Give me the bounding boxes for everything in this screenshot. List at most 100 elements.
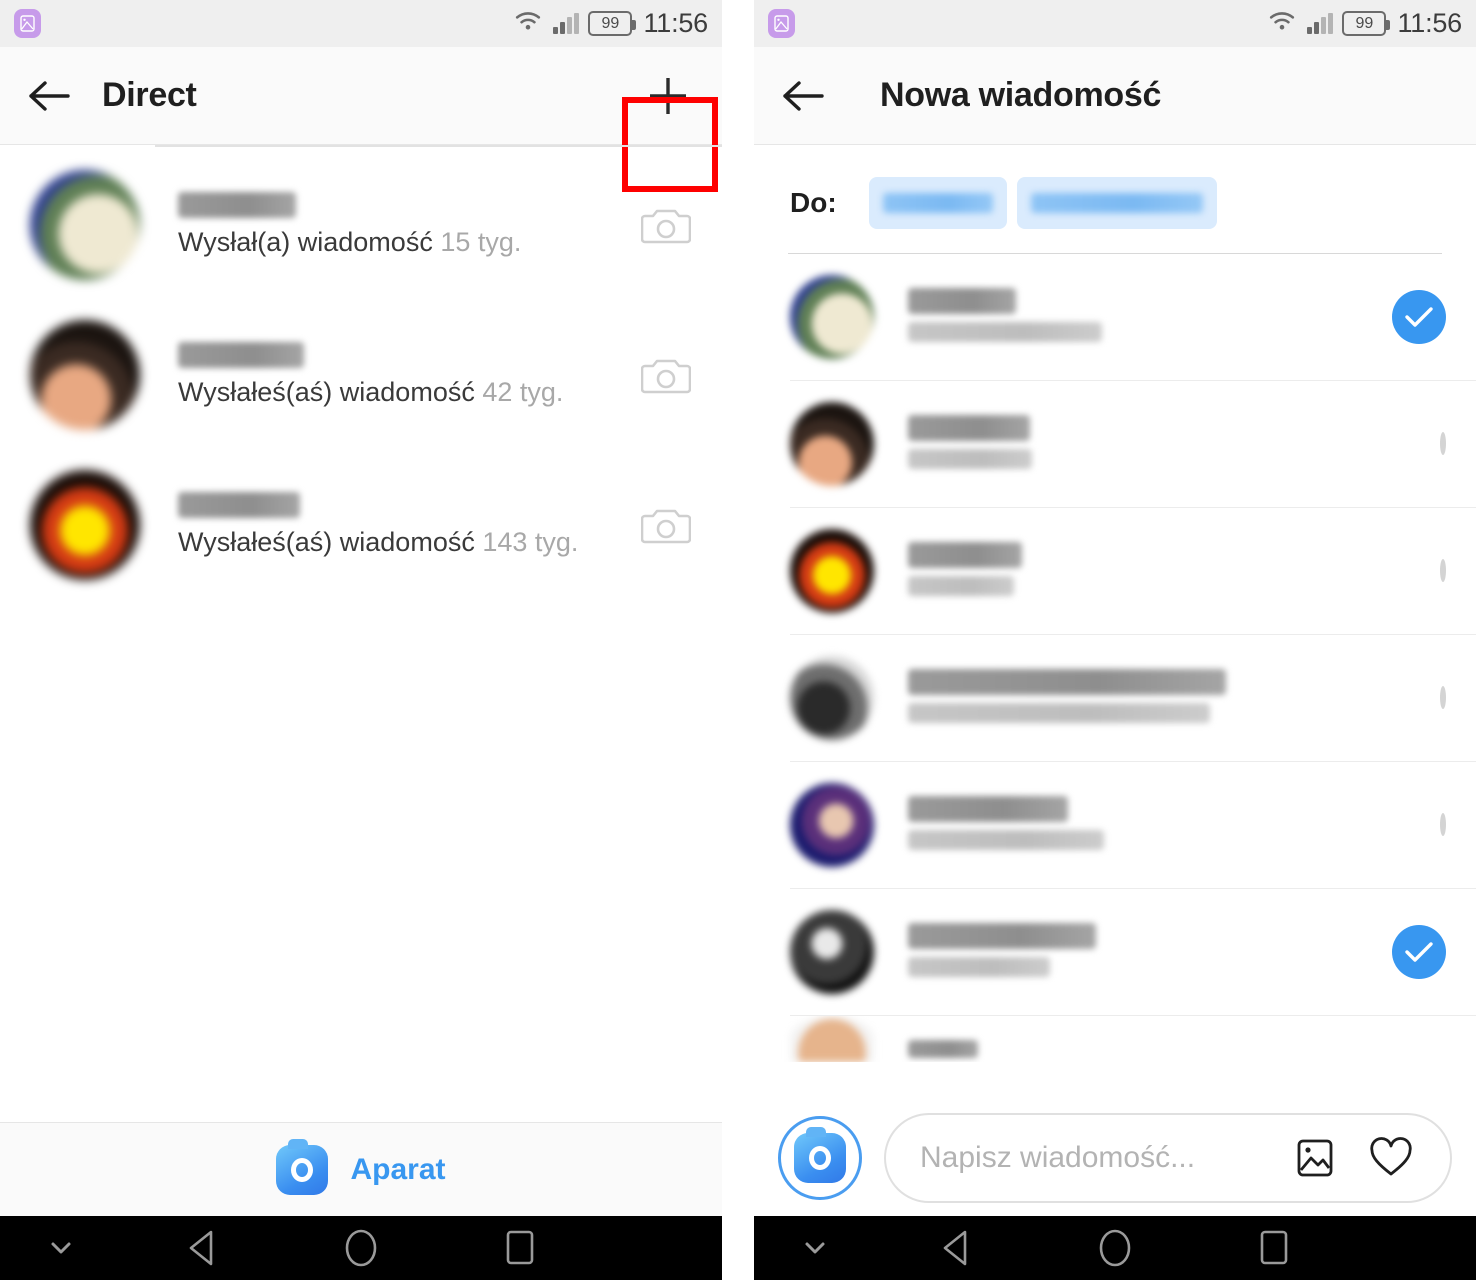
user-select-checkbox[interactable] [1440,559,1446,582]
user-row-partial[interactable] [754,1016,1476,1062]
square-recents-icon[interactable] [440,1228,599,1268]
user-text [908,795,1440,855]
user-text [908,922,1392,982]
screenshot-root: 99 11:56 Direct Wysłał(a) wiadomość 15 t… [0,0,1476,1280]
left-phone-screen: 99 11:56 Direct Wysłał(a) wiadomość 15 t… [0,0,722,1280]
user-row[interactable] [754,508,1476,634]
left-app-bar: Direct [0,47,722,192]
thread-body: Wysłałeś(aś) wiadomość 42 tyg. [178,342,636,408]
thread-timestamp: 143 tyg. [482,527,579,557]
triangle-back-icon[interactable] [123,1229,282,1267]
page-title: Nowa wiadomość [880,76,1162,114]
avatar [790,275,874,359]
thread-row[interactable]: Wysłałeś(aś) wiadomość 143 tyg. [0,450,722,600]
username-redacted [908,1040,978,1058]
fullname-redacted [908,702,1210,723]
right-app-bar: Nowa wiadomość [754,47,1476,145]
chevron-down-icon[interactable] [0,1240,123,1256]
user-text [908,1016,1446,1062]
status-bar-right: 99 11:56 [754,0,1476,47]
username-redacted [908,668,1226,695]
avatar [790,529,874,613]
square-recents-icon[interactable] [1194,1228,1353,1268]
fullname-redacted [908,575,1014,596]
fullname-redacted [908,956,1050,977]
recipient-chip[interactable] [1016,177,1217,229]
recipient-chips [868,177,1217,229]
status-bar-indicators: 99 11:56 [1266,8,1462,39]
thread-username-redacted [178,192,296,218]
triangle-back-icon[interactable] [877,1229,1036,1267]
user-select-checkbox[interactable] [1392,925,1446,979]
thread-body: Wysłałeś(aś) wiadomość 143 tyg. [178,492,636,558]
fullname-redacted [908,448,1032,469]
user-select-checkbox[interactable] [1440,686,1446,709]
recipient-chip-name-redacted [882,193,993,213]
user-select-checkbox[interactable] [1392,290,1446,344]
recipients-label: Do: [790,187,837,218]
user-row[interactable] [754,381,1476,507]
status-bar-notifications [14,9,41,38]
thread-preview: Wysłałeś(aś) wiadomość 42 tyg. [178,377,564,407]
back-arrow-icon[interactable] [22,69,76,123]
image-icon[interactable] [1290,1137,1340,1179]
chevron-down-icon[interactable] [754,1240,877,1256]
user-select-checkbox[interactable] [1440,813,1446,836]
thread-username-redacted [178,492,300,518]
status-bar-indicators: 99 11:56 [512,8,708,39]
battery-indicator: 99 [1342,11,1391,36]
check-icon [1392,290,1446,344]
user-suggestion-list [754,254,1476,1062]
user-row[interactable] [754,762,1476,888]
recipients-field[interactable]: Do: [754,145,1476,253]
user-row[interactable] [754,889,1476,1015]
camera-icon[interactable] [636,354,696,396]
empty-circle-icon [1440,559,1446,582]
username-redacted [908,795,1068,822]
heart-icon[interactable] [1366,1137,1416,1179]
wifi-icon [512,9,544,38]
username-redacted [908,922,1096,949]
avatar [30,320,140,430]
circle-home-icon[interactable] [282,1228,441,1268]
thread-row[interactable]: Wysłałeś(aś) wiadomość 42 tyg. [0,300,722,450]
thread-username-redacted [178,342,304,368]
page-title: Direct [102,76,197,114]
fullname-redacted [908,829,1104,850]
user-select-checkbox[interactable] [1440,432,1446,455]
avatar [790,1016,874,1062]
instagram-camera-icon [276,1138,329,1195]
direct-thread-list: Wysłał(a) wiadomość 15 tyg. Wysłałeś(aś)… [0,150,722,600]
avatar [790,402,874,486]
avatar [790,783,874,867]
username-redacted [908,287,1016,314]
user-row[interactable] [754,254,1476,380]
user-text [908,541,1440,601]
empty-circle-icon [1440,813,1446,836]
thread-preview: Wysłał(a) wiadomość 15 tyg. [178,227,522,257]
new-message-plus-button[interactable] [636,64,700,128]
battery-level: 99 [1355,14,1374,32]
status-bar-clock: 11:56 [1397,8,1462,38]
composer-camera-button[interactable] [778,1116,862,1200]
wifi-icon [1266,9,1298,38]
circle-home-icon[interactable] [1036,1228,1195,1268]
user-text [908,668,1440,728]
camera-bar[interactable]: Aparat [0,1122,722,1216]
back-arrow-icon[interactable] [776,69,830,123]
thread-timestamp: 15 tyg. [440,227,522,257]
thread-row[interactable]: Wysłał(a) wiadomość 15 tyg. [0,150,722,300]
user-row[interactable] [754,635,1476,761]
android-nav-bar-right [754,1216,1476,1280]
camera-icon[interactable] [636,504,696,546]
right-phone-screen: 99 11:56 Nowa wiadomość Do: Napisz wiado… [754,0,1476,1280]
message-composer: Napisz wiadomość... [754,1100,1476,1216]
user-text [908,287,1392,347]
camera-icon[interactable] [636,204,696,246]
message-input[interactable]: Napisz wiadomość... [884,1113,1452,1203]
avatar [790,910,874,994]
recipient-chip[interactable] [868,177,1007,229]
status-bar-left: 99 11:56 [0,0,722,47]
avatar [790,656,874,740]
cellular-signal-icon [553,12,580,34]
